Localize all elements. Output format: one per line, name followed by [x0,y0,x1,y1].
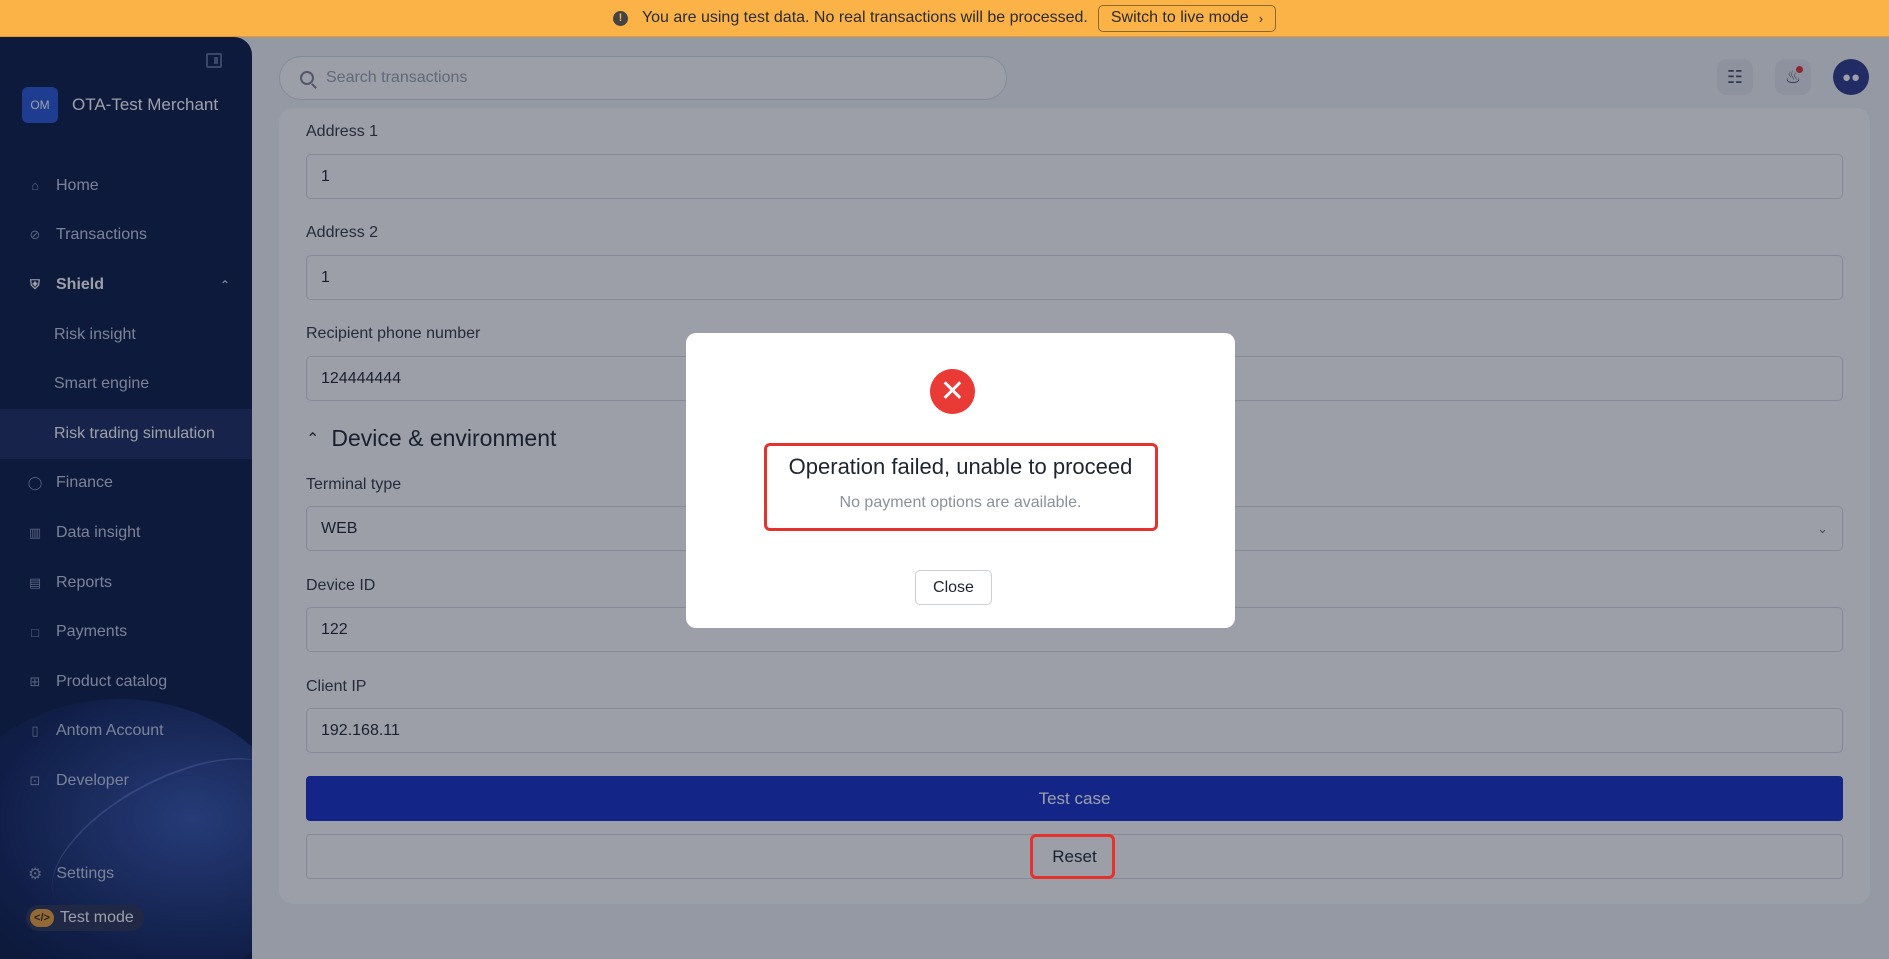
error-dialog: ✕ Operation failed, unable to proceed No… [686,333,1235,628]
banner-message: You are using test data. No real transac… [641,9,1088,26]
reset-highlight-box [1030,834,1115,879]
info-icon: ! [612,10,628,26]
dialog-title: Operation failed, unable to proceed [788,454,1133,479]
close-button[interactable]: Close [915,570,992,605]
switch-to-live-mode-label: Switch to live mode [1110,9,1249,26]
test-mode-banner: ! You are using test data. No real trans… [0,0,1889,37]
chevron-right-icon: › [1258,10,1264,26]
error-x-icon: ✕ [930,369,975,414]
dialog-description: No payment options are available. [839,494,1082,511]
switch-to-live-mode-button[interactable]: Switch to live mode › [1097,4,1277,32]
